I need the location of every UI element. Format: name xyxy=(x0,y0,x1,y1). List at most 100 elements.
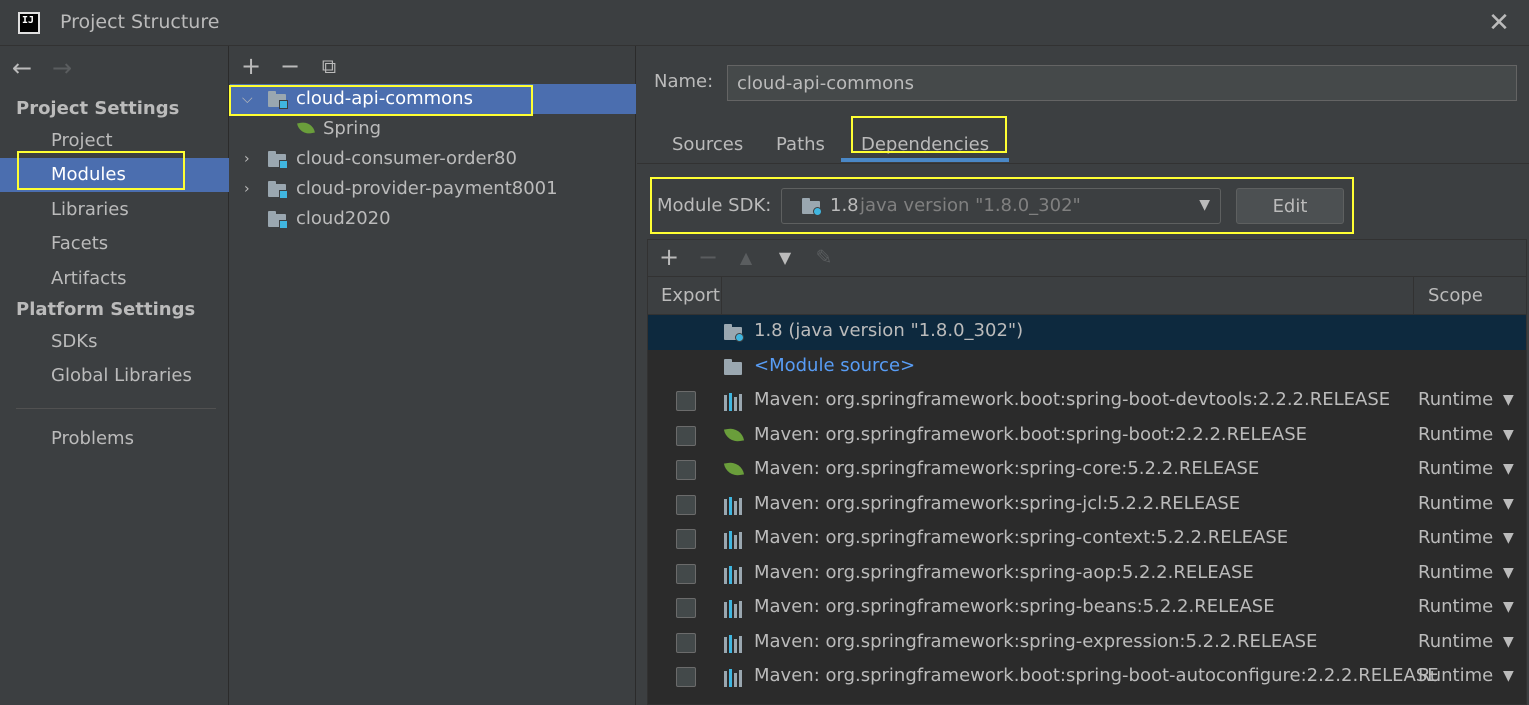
sdk-folder-icon xyxy=(802,198,822,216)
scope-dropdown[interactable]: Runtime ▼ xyxy=(1418,596,1514,617)
tree-item-cloud-consumer-order80[interactable]: › cloud-consumer-order80 xyxy=(230,144,636,174)
add-module-icon[interactable]: + xyxy=(239,52,263,80)
export-checkbox[interactable] xyxy=(676,632,696,653)
chevron-right-icon[interactable]: › xyxy=(244,174,250,204)
move-down-icon[interactable]: ▼ xyxy=(773,248,797,267)
scope-dropdown[interactable]: Runtime ▼ xyxy=(1418,562,1514,583)
scope-dropdown[interactable]: Runtime ▼ xyxy=(1418,389,1514,410)
module-tree-panel: + − ⧉ ⌵ cloud-api-commons Spring › cloud… xyxy=(230,46,636,705)
export-checkbox[interactable] xyxy=(676,460,696,480)
table-row[interactable]: Maven: org.springframework:spring-core:5… xyxy=(648,453,1526,488)
tab-sources[interactable]: Sources xyxy=(652,128,763,162)
sidebar-item-sdks[interactable]: SDKs xyxy=(0,325,229,359)
column-scope[interactable]: Scope xyxy=(1428,277,1483,315)
column-export[interactable]: Export xyxy=(661,277,720,315)
module-folder-icon xyxy=(268,181,288,199)
chevron-right-icon[interactable]: › xyxy=(244,144,250,174)
chevron-down-icon: ▼ xyxy=(1503,530,1514,546)
tree-item-label: Spring xyxy=(323,118,382,139)
chevron-down-icon: ▼ xyxy=(1503,495,1514,512)
edit-dependency-icon[interactable]: ✎ xyxy=(812,245,836,269)
dependency-label: 1.8 (java version "1.8.0_302") xyxy=(754,320,1024,341)
chevron-down-icon[interactable]: ⌵ xyxy=(242,84,253,114)
chevron-down-icon: ▼ xyxy=(1503,599,1514,615)
spring-leaf-icon xyxy=(724,460,746,480)
spring-boot-icon xyxy=(724,426,746,446)
table-row[interactable]: Maven: org.springframework:spring-beans:… xyxy=(648,591,1526,626)
forward-arrow-icon[interactable]: → xyxy=(52,54,72,82)
maven-library-icon xyxy=(724,391,746,411)
copy-module-icon[interactable]: ⧉ xyxy=(317,54,341,78)
dependency-label: Maven: org.springframework:spring-contex… xyxy=(754,527,1289,548)
sidebar-item-artifacts[interactable]: Artifacts xyxy=(0,262,229,296)
tree-item-cloud-api-commons[interactable]: ⌵ cloud-api-commons xyxy=(230,84,636,114)
tree-item-spring[interactable]: Spring xyxy=(230,114,636,144)
maven-library-icon xyxy=(724,529,746,549)
spring-leaf-icon xyxy=(296,121,316,137)
sidebar-item-facets[interactable]: Facets xyxy=(0,227,229,261)
export-checkbox[interactable] xyxy=(676,391,696,411)
chevron-down-icon: ▼ xyxy=(1199,197,1210,213)
export-checkbox[interactable] xyxy=(676,563,696,584)
scope-dropdown[interactable]: Runtime ▼ xyxy=(1418,458,1514,479)
tab-dependencies[interactable]: Dependencies xyxy=(841,128,1010,162)
add-dependency-icon[interactable]: + xyxy=(657,243,681,271)
move-up-icon[interactable]: ▲ xyxy=(734,248,758,267)
table-row[interactable]: <Module source> xyxy=(648,350,1526,385)
export-checkbox[interactable] xyxy=(676,425,696,446)
table-row[interactable]: Maven: org.springframework:spring-expres… xyxy=(648,626,1526,661)
back-arrow-icon[interactable]: ← xyxy=(12,54,32,82)
remove-module-icon[interactable]: − xyxy=(278,52,302,80)
table-row[interactable]: Maven: org.springframework.boot:spring-b… xyxy=(648,660,1526,695)
table-row[interactable]: Maven: org.springframework.boot:spring-b… xyxy=(648,384,1526,419)
sidebar-divider xyxy=(16,408,216,409)
dependencies-table: Export Scope 1.8 (java version "1.8.0_30… xyxy=(647,276,1527,705)
sidebar-item-modules[interactable]: Modules xyxy=(0,158,229,192)
settings-sidebar: ← → Project Settings Project Modules Lib… xyxy=(0,46,229,705)
tab-paths[interactable]: Paths xyxy=(756,128,845,162)
module-name-input[interactable] xyxy=(727,65,1517,101)
maven-library-icon xyxy=(724,495,746,515)
scope-dropdown[interactable]: Runtime ▼ xyxy=(1418,631,1514,652)
column-divider xyxy=(721,277,722,315)
table-row[interactable]: Maven: org.springframework:spring-aop:5.… xyxy=(648,557,1526,592)
edit-sdk-button[interactable]: Edit xyxy=(1236,188,1344,224)
sidebar-item-project[interactable]: Project xyxy=(0,124,229,158)
module-sdk-label: Module SDK: xyxy=(657,195,772,216)
export-checkbox[interactable] xyxy=(676,494,696,515)
chevron-down-icon: ▼ xyxy=(1503,461,1514,477)
tree-item-label: cloud-provider-payment8001 xyxy=(296,178,558,199)
module-source-icon xyxy=(724,357,746,377)
close-icon[interactable]: ✕ xyxy=(1486,10,1512,36)
remove-dependency-icon[interactable]: − xyxy=(696,243,720,271)
scope-dropdown[interactable]: Runtime ▼ xyxy=(1418,424,1514,445)
table-row[interactable]: Maven: org.springframework:spring-jcl:5.… xyxy=(648,488,1526,523)
dependency-label: Maven: org.springframework.boot:spring-b… xyxy=(754,665,1439,686)
chevron-down-icon: ▼ xyxy=(1503,426,1514,443)
column-divider xyxy=(1413,277,1414,315)
sidebar-item-libraries[interactable]: Libraries xyxy=(0,193,229,227)
tree-item-cloud-provider-payment8001[interactable]: › cloud-provider-payment8001 xyxy=(230,174,636,204)
scope-dropdown[interactable]: Runtime ▼ xyxy=(1418,493,1514,514)
export-checkbox[interactable] xyxy=(676,667,696,687)
sidebar-item-global-libraries[interactable]: Global Libraries xyxy=(0,359,229,393)
export-checkbox[interactable] xyxy=(676,598,696,618)
dependency-label: Maven: org.springframework:spring-core:5… xyxy=(754,458,1260,479)
dependencies-toolbar: + − ▲ ▼ ✎ xyxy=(647,239,1527,277)
project-settings-heading: Project Settings xyxy=(16,98,180,119)
dependency-label: <Module source> xyxy=(754,354,916,376)
module-folder-icon xyxy=(268,91,288,109)
table-row[interactable]: Maven: org.springframework.boot:spring-b… xyxy=(648,419,1526,454)
chevron-down-icon: ▼ xyxy=(1503,633,1514,650)
scope-dropdown[interactable]: Runtime ▼ xyxy=(1418,527,1514,548)
table-header: Export Scope xyxy=(648,277,1526,315)
dependency-label: Maven: org.springframework:spring-beans:… xyxy=(754,596,1275,617)
sidebar-item-problems[interactable]: Problems xyxy=(0,422,229,456)
table-row[interactable]: Maven: org.springframework:spring-contex… xyxy=(648,522,1526,557)
table-row[interactable]: 1.8 (java version "1.8.0_302") xyxy=(648,315,1526,350)
dependency-label: Maven: org.springframework:spring-aop:5.… xyxy=(754,561,1254,583)
module-sdk-dropdown[interactable]: 1.8 java version "1.8.0_302" ▼ xyxy=(781,188,1221,224)
scope-dropdown[interactable]: Runtime ▼ xyxy=(1418,665,1514,686)
tree-item-cloud2020[interactable]: cloud2020 xyxy=(230,204,636,234)
export-checkbox[interactable] xyxy=(676,529,696,549)
